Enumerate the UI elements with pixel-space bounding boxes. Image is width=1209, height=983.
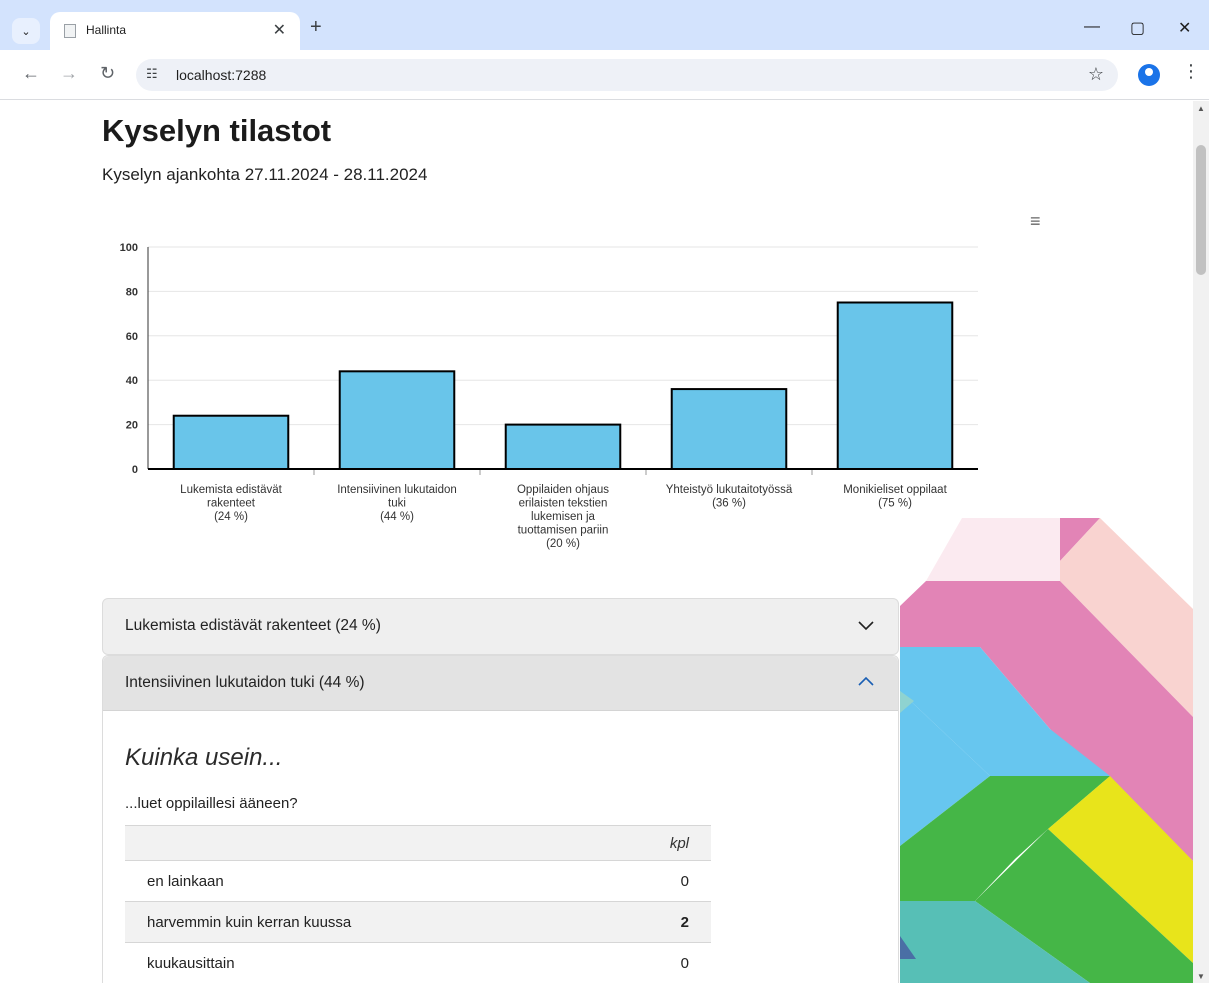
url-text[interactable]: localhost:7288 [176, 67, 266, 83]
close-tab-icon[interactable]: ✕ [273, 20, 286, 40]
answer-count: 0 [621, 942, 711, 983]
y-tick-label: 0 [132, 464, 138, 476]
scroll-up-icon[interactable]: ▲ [1197, 104, 1205, 113]
tab-title: Hallinta [86, 23, 127, 37]
y-tick-label: 80 [126, 286, 138, 298]
x-tick-label: Lukemista edistävät [180, 484, 282, 496]
answer-label: kuukausittain [125, 942, 621, 983]
browser-window: ⌄ Hallinta ✕ + — ▢ ✕ ← → ↻ ☷ localhost:7… [0, 0, 1209, 983]
label-column-header [125, 825, 621, 861]
vertical-scrollbar[interactable]: ▲ ▼ [1193, 101, 1209, 983]
x-tick-label: lukemisen ja [531, 511, 596, 523]
answer-table: kpl en lainkaan 0 harvemmin kuin kerran … [125, 825, 711, 983]
x-tick-label: (44 %) [380, 511, 414, 523]
answer-count: 2 [621, 901, 711, 943]
table-row: en lainkaan 0 [125, 860, 711, 902]
x-tick-label: Intensiivinen lukutaidon [337, 484, 457, 496]
y-tick-label: 60 [126, 331, 138, 343]
x-tick-label: (75 %) [878, 498, 912, 510]
bookmark-star-icon[interactable]: ☆ [1088, 64, 1104, 85]
table-row: kuukausittain 0 [125, 942, 711, 983]
table-row: harvemmin kuin kerran kuussa 2 [125, 901, 711, 943]
profile-avatar-icon[interactable] [1138, 64, 1160, 86]
bar [836, 301, 954, 470]
close-window-icon[interactable]: ✕ [1178, 18, 1191, 38]
answer-label: en lainkaan [125, 860, 621, 902]
bar [338, 370, 456, 471]
maximize-icon[interactable]: ▢ [1130, 18, 1145, 38]
x-tick-label: tuottamisen pariin [518, 525, 609, 537]
back-icon[interactable]: ← [22, 63, 40, 84]
survey-period: Kyselyn ajankohta 27.11.2024 - 28.11.202… [102, 165, 428, 184]
tab-search-button[interactable]: ⌄ [12, 18, 40, 44]
browser-menu-icon[interactable]: ⋮ [1182, 61, 1200, 82]
minimize-icon[interactable]: — [1084, 18, 1100, 36]
x-tick-label: tuki [388, 498, 406, 510]
page-viewport: Kyselyn tilastot Kyselyn ajankohta 27.11… [0, 101, 1193, 983]
page-title: Kyselyn tilastot [102, 113, 332, 148]
accordion-label: Intensiivinen lukutaidon tuki (44 %) [125, 674, 365, 691]
new-tab-icon[interactable]: + [310, 16, 322, 39]
bar [670, 388, 788, 470]
reload-icon[interactable]: ↻ [100, 63, 115, 84]
x-tick-label: erilaisten tekstien [519, 498, 608, 510]
scroll-down-icon[interactable]: ▼ [1197, 972, 1205, 981]
chevron-down-icon[interactable] [856, 615, 876, 635]
address-bar[interactable]: ☷ localhost:7288 ☆ [136, 59, 1118, 91]
answer-label: harvemmin kuin kerran kuussa [125, 901, 621, 943]
browser-toolbar: ← → ↻ ☷ localhost:7288 ☆ [0, 50, 1209, 100]
x-tick-label: Oppilaiden ohjaus [517, 484, 609, 496]
bar [172, 414, 290, 470]
x-tick-label: Monikieliset oppilaat [843, 484, 947, 496]
x-tick-label: (24 %) [214, 511, 248, 523]
x-tick-label: Yhteistyö lukutaitotyössä [666, 484, 793, 496]
count-column-header: kpl [621, 825, 711, 861]
accordion-intensiivinen[interactable]: Intensiivinen lukutaidon tuki (44 %) Kui… [102, 655, 899, 983]
page-favicon-icon [64, 24, 76, 38]
accordion-lukemista[interactable]: Lukemista edistävät rakenteet (24 %) [102, 598, 899, 655]
answer-count: 0 [621, 860, 711, 902]
y-tick-label: 20 [126, 420, 138, 432]
table-header-row: kpl [125, 825, 711, 861]
bar [504, 423, 622, 471]
x-tick-label: (20 %) [546, 538, 580, 550]
x-tick-label: rakenteet [207, 498, 256, 510]
statistics-bar-chart: 0 20 40 60 80 100 Lukemista edistävät rakenteet… [120, 242, 978, 550]
forward-icon[interactable]: → [60, 63, 78, 84]
chart-menu-icon[interactable]: ≡ [1030, 211, 1041, 232]
x-tick-label: (36 %) [712, 498, 746, 510]
tab-strip: ⌄ Hallinta ✕ + — ▢ ✕ [0, 0, 1209, 50]
accordion-label: Lukemista edistävät rakenteet (24 %) [125, 617, 381, 634]
question-text: ...luet oppilaillesi ääneen? [125, 795, 298, 812]
tab-hallinta[interactable]: Hallinta ✕ [50, 12, 300, 50]
scrollbar-thumb[interactable] [1196, 145, 1206, 275]
site-info-icon[interactable]: ☷ [146, 66, 158, 82]
chevron-up-icon[interactable] [856, 672, 876, 692]
y-tick-label: 40 [126, 375, 138, 387]
section-title: Kuinka usein... [125, 744, 283, 771]
accordion-header[interactable]: Lukemista edistävät rakenteet (24 %) [103, 599, 898, 654]
accordion-header[interactable]: Intensiivinen lukutaidon tuki (44 %) [103, 656, 898, 711]
y-tick-label: 100 [120, 242, 138, 254]
